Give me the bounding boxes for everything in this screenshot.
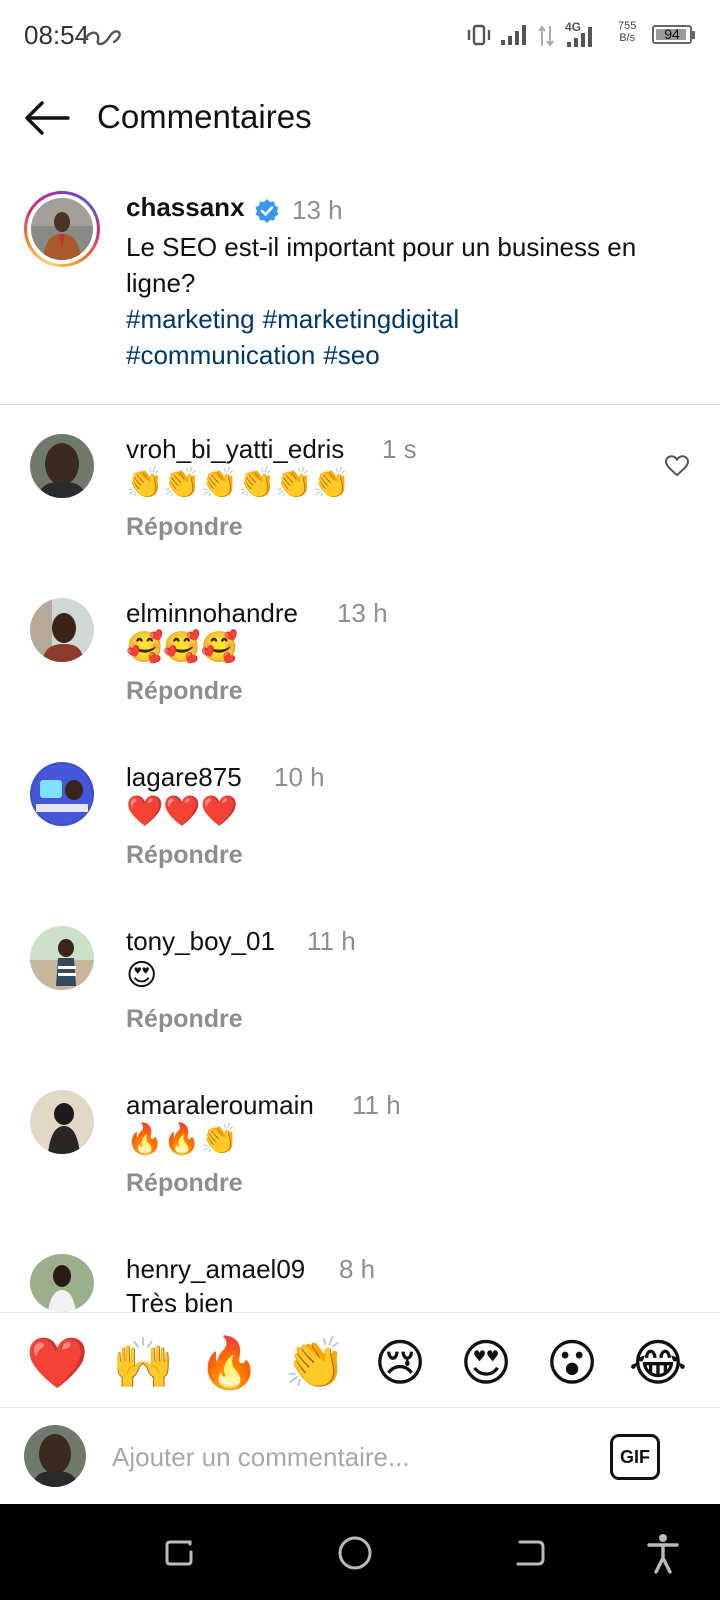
system-navigation-bar bbox=[0, 1504, 720, 1600]
comment-text: ❤️❤️❤️ bbox=[126, 795, 239, 828]
signal-icon bbox=[501, 25, 526, 45]
comment-text: Très bien bbox=[126, 1288, 234, 1312]
hashtag-link[interactable]: #seo bbox=[323, 340, 379, 370]
status-bar: 08:54 4G 755 B/s 94 bbox=[0, 0, 720, 72]
post-caption: Le SEO est-il important pour un business… bbox=[126, 232, 637, 298]
commenter-avatar[interactable] bbox=[30, 762, 94, 826]
emoji-clap-button[interactable]: 👏 bbox=[284, 1333, 346, 1393]
commenter-avatar[interactable] bbox=[30, 1090, 94, 1154]
reply-button[interactable]: Répondre bbox=[126, 677, 243, 706]
battery-icon: 94 bbox=[652, 25, 692, 44]
divider bbox=[0, 404, 720, 405]
avatar-image bbox=[31, 198, 93, 260]
home-icon[interactable] bbox=[336, 1534, 374, 1572]
comment-username[interactable]: amaraleroumain bbox=[126, 1090, 314, 1121]
speed-value: 755 bbox=[618, 20, 637, 32]
verified-badge-icon bbox=[255, 199, 279, 223]
commenter-avatar[interactable] bbox=[30, 926, 94, 990]
reply-button[interactable]: Répondre bbox=[126, 841, 243, 870]
network-speed: 755 B/s bbox=[618, 20, 636, 44]
comment-username[interactable]: tony_boy_01 bbox=[126, 926, 275, 957]
hashtags: #marketing #marketingdigital #communicati… bbox=[126, 301, 686, 373]
back-arrow-icon[interactable] bbox=[22, 96, 72, 140]
emoji-heart-eyes-button[interactable]: 😍 bbox=[456, 1333, 516, 1393]
post-username[interactable]: chassanx bbox=[126, 192, 245, 223]
comment-time: 13 h bbox=[337, 598, 388, 628]
comment-text: 😍 bbox=[126, 959, 158, 992]
commenter-avatar[interactable] bbox=[30, 1254, 94, 1312]
emoji-surprised-button[interactable]: 😮 bbox=[542, 1333, 602, 1393]
hashtag-link[interactable]: #marketingdigital bbox=[263, 304, 460, 334]
speed-unit: B/s bbox=[619, 32, 636, 44]
emoji-laughing-button[interactable]: 😂 bbox=[628, 1333, 688, 1393]
signal-icon-2 bbox=[567, 27, 592, 47]
emoji-fire-button[interactable]: 🔥 bbox=[198, 1333, 260, 1393]
battery-level: 94 bbox=[664, 26, 680, 42]
comment-username[interactable]: elminnohandre bbox=[126, 598, 298, 629]
comment-username[interactable]: vroh_bi_yatti_edris bbox=[126, 434, 344, 465]
hashtag-link[interactable]: #communication bbox=[126, 340, 315, 370]
reply-button[interactable]: Répondre bbox=[126, 1005, 243, 1034]
reply-button[interactable]: Répondre bbox=[126, 513, 243, 542]
commenter-avatar[interactable] bbox=[30, 434, 94, 498]
comment-time: 10 h bbox=[274, 762, 325, 792]
vibrate-icon bbox=[467, 24, 491, 46]
comment-username[interactable]: lagare875 bbox=[126, 762, 242, 793]
recent-apps-icon[interactable] bbox=[162, 1536, 196, 1570]
emoji-crying-button[interactable]: 😢 bbox=[370, 1333, 430, 1393]
comment-time: 11 h bbox=[352, 1090, 401, 1120]
comment-username[interactable]: henry_amael09 bbox=[126, 1254, 305, 1285]
comment-text: 🥰🥰🥰 bbox=[126, 631, 239, 664]
comment-input[interactable] bbox=[110, 1436, 584, 1478]
commenter-avatar[interactable] bbox=[30, 598, 94, 662]
battery-tip bbox=[692, 31, 695, 39]
data-transfer-icon bbox=[538, 25, 554, 47]
accessibility-icon[interactable] bbox=[646, 1532, 680, 1574]
divider bbox=[0, 1407, 720, 1408]
page-title: Commentaires bbox=[97, 98, 312, 135]
emoji-raising-hands-button[interactable]: 🙌 bbox=[112, 1333, 174, 1393]
reply-button[interactable]: Répondre bbox=[126, 1169, 243, 1198]
gif-button[interactable]: GIF bbox=[610, 1434, 660, 1480]
current-user-avatar bbox=[24, 1425, 86, 1487]
comment-time: 1 s bbox=[382, 434, 417, 464]
comment-text: 🔥🔥👏 bbox=[126, 1123, 239, 1156]
post-author-avatar[interactable] bbox=[24, 191, 100, 267]
comment-text: 👏👏👏👏👏👏 bbox=[126, 467, 351, 500]
emoji-heart-button[interactable]: ❤️ bbox=[26, 1333, 88, 1393]
comment-time: 11 h bbox=[307, 926, 356, 956]
back-nav-icon[interactable] bbox=[512, 1536, 548, 1570]
link-icon bbox=[82, 30, 121, 46]
post-time: 13 h bbox=[292, 195, 343, 225]
comment-time: 8 h bbox=[339, 1254, 376, 1284]
hashtag-link[interactable]: #marketing bbox=[126, 304, 255, 334]
like-heart-icon[interactable] bbox=[665, 455, 689, 477]
emoji-quick-bar: ❤️ 🙌 🔥 👏 😢 😍 😮 😂 bbox=[0, 1313, 720, 1407]
